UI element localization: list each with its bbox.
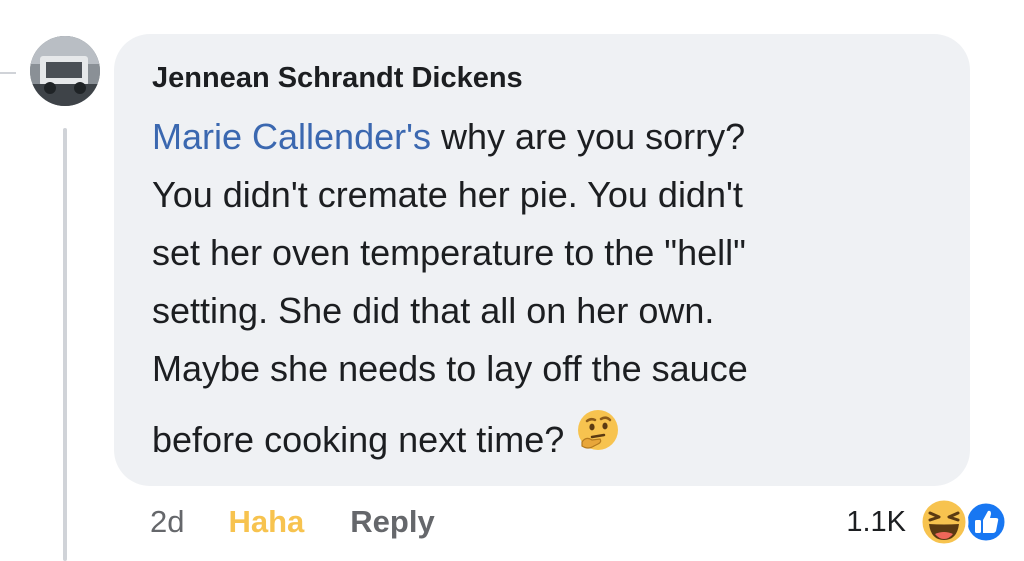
comment-thread: Jennean Schrandt Dickens Marie Callender…: [0, 0, 1024, 561]
comment-actions: 2d Haha Reply: [150, 500, 435, 544]
reactions-summary[interactable]: 1.1K: [846, 494, 1010, 550]
comment-line: setting. She did that all on her own.: [152, 290, 715, 331]
haha-face-icon: [918, 496, 970, 553]
comment-line: You didn't cremate her pie. You didn't: [152, 174, 743, 215]
mention-link[interactable]: Marie Callender's: [152, 116, 431, 157]
comment-line-text: before cooking next time?: [152, 419, 565, 461]
comment-line: before cooking next time?: [152, 410, 952, 475]
reaction-icons[interactable]: [918, 494, 1010, 550]
comment-timestamp[interactable]: 2d: [150, 504, 184, 540]
thinking-face-icon: [574, 406, 622, 471]
comment-line-text: why are you sorry?: [430, 116, 746, 157]
comment-line: set her oven temperature to the "hell": [152, 232, 746, 273]
haha-reaction-button[interactable]: Haha: [228, 504, 304, 540]
reaction-count[interactable]: 1.1K: [846, 506, 906, 539]
comment-line: Maybe she needs to lay off the sauce: [152, 348, 748, 389]
like-thumb-icon: [964, 500, 1008, 549]
reply-thread-line: [63, 128, 67, 561]
comment-text: Marie Callender's why are you sorry? You…: [152, 108, 952, 463]
thread-connector: [0, 72, 16, 74]
avatar[interactable]: [30, 36, 100, 106]
reply-button[interactable]: Reply: [350, 504, 434, 540]
comment-author[interactable]: Jennean Schrandt Dickens: [152, 62, 523, 95]
comment-line: Marie Callender's why are you sorry?: [152, 108, 952, 166]
